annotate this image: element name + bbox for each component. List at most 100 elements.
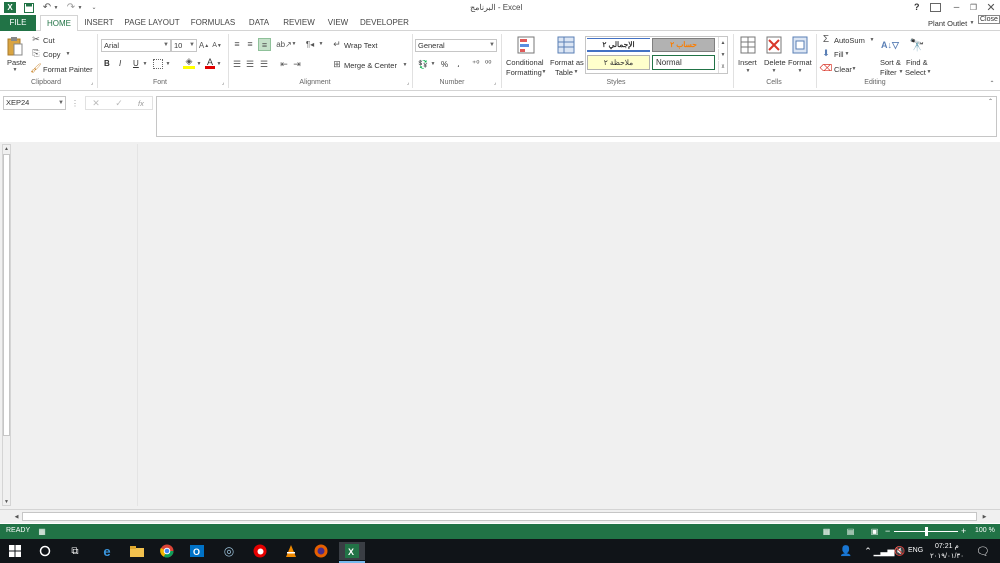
text-direction-icon[interactable]: ¶◂	[305, 39, 315, 49]
borders-dropdown-icon[interactable]: ▼	[165, 60, 171, 68]
task-view-icon[interactable]: ⧉	[64, 542, 86, 560]
clipboard-launcher-icon[interactable]: ⌟	[89, 80, 95, 86]
collapse-formula-bar-icon[interactable]: ⌃	[986, 97, 995, 106]
decrease-font-icon[interactable]: A ▼	[212, 40, 222, 51]
underline-dropdown-icon[interactable]: ▼	[142, 60, 148, 68]
font-color-icon[interactable]: A	[205, 57, 215, 69]
zoom-level[interactable]: 100 %	[975, 527, 995, 534]
style-normal[interactable]: Normal	[652, 55, 715, 70]
autosum-button[interactable]: AutoSum	[834, 36, 865, 45]
increase-indent-icon[interactable]: ⇥	[292, 59, 302, 69]
decrease-indent-icon[interactable]: ⇤	[279, 59, 289, 69]
fill-color-dropdown-icon[interactable]: ▼	[196, 60, 202, 68]
font-size-combo[interactable]: 10 ▼	[171, 39, 197, 52]
sort-dropdown-icon[interactable]: ▼	[898, 69, 904, 75]
find-dropdown-icon[interactable]: ▼	[926, 69, 932, 75]
align-left-icon[interactable]: ☰	[232, 59, 242, 69]
conditional-formatting-button[interactable]: Conditional	[506, 58, 544, 67]
cut-button[interactable]: Cut	[43, 36, 55, 45]
outlook-icon[interactable]: O	[186, 542, 208, 560]
copy-dropdown-icon[interactable]: ▼	[65, 50, 71, 58]
italic-button[interactable]: I	[119, 59, 121, 68]
orientation-dropdown-icon[interactable]: ▼	[291, 40, 297, 48]
macro-record-icon[interactable]: ▦	[37, 526, 47, 536]
help-button[interactable]: ?	[914, 2, 920, 12]
tab-developer[interactable]: DEVELOPER	[360, 15, 409, 31]
vlc-icon[interactable]	[280, 542, 302, 560]
align-middle-icon[interactable]: ≡	[245, 39, 255, 49]
number-format-combo[interactable]: General ▼	[415, 39, 497, 52]
merge-dropdown-icon[interactable]: ▼	[402, 61, 408, 69]
save-icon[interactable]	[23, 2, 35, 13]
format-dropdown-icon[interactable]: ▼	[797, 68, 803, 74]
conditional-formatting-label-2[interactable]: Formatting	[506, 68, 542, 77]
alignment-launcher-icon[interactable]: ⌟	[405, 80, 411, 86]
delete-cells-icon[interactable]	[765, 35, 783, 55]
format-as-table-label-2[interactable]: Table	[555, 68, 573, 77]
file-explorer-icon[interactable]	[126, 542, 148, 560]
tab-data[interactable]: DATA	[245, 15, 273, 31]
increase-font-icon[interactable]: A ▲	[199, 40, 209, 51]
language-indicator[interactable]: ENG	[908, 547, 923, 554]
font-launcher-icon[interactable]: ⌟	[220, 80, 226, 86]
tab-page-layout[interactable]: PAGE LAYOUT	[124, 15, 180, 31]
format-painter-button[interactable]: Format Painter	[43, 65, 93, 74]
scroll-thumb[interactable]	[3, 154, 10, 436]
paste-dropdown-icon[interactable]: ▼	[11, 67, 19, 73]
sort-filter-button[interactable]: Sort &	[880, 58, 901, 67]
app-globe-icon[interactable]: ◎	[218, 542, 240, 560]
format-button[interactable]: Format	[788, 58, 812, 67]
scroll-left-icon[interactable]: ◀	[12, 512, 21, 521]
insert-function-button[interactable]: fx	[138, 99, 144, 108]
horizontal-scrollbar[interactable]: ◀ ▶	[0, 509, 1000, 523]
enter-icon[interactable]: ✓	[114, 97, 124, 109]
tab-formulas[interactable]: FORMULAS	[190, 15, 236, 31]
clear-dropdown-icon[interactable]: ▼	[851, 65, 857, 73]
zoom-slider-thumb[interactable]	[925, 527, 928, 536]
edge-browser-icon[interactable]: e	[96, 542, 118, 560]
sort-filter-label-2[interactable]: Filter	[880, 68, 897, 77]
normal-view-icon[interactable]: ▦	[821, 526, 832, 536]
account-name[interactable]: Plant Outlet	[928, 19, 967, 28]
gallery-scroll-down-icon[interactable]: ▼	[718, 49, 727, 60]
action-center-icon[interactable]: 🗨	[972, 542, 994, 560]
comma-style-button[interactable]: ،	[457, 60, 460, 69]
worksheet-area[interactable]: ▲ ▼	[0, 142, 1000, 510]
cortana-search-icon[interactable]	[34, 542, 56, 560]
sort-filter-icon[interactable]: A↓▽	[880, 35, 900, 55]
fill-color-icon[interactable]: ◈	[183, 56, 195, 69]
vodafone-icon[interactable]	[249, 542, 271, 560]
clock-date[interactable]: ٢٠١٩/٠١/٣٠	[930, 552, 964, 560]
wrap-text-button[interactable]: Wrap Text	[344, 41, 378, 50]
gallery-more-icon[interactable]: ⊻	[718, 61, 727, 73]
copy-button[interactable]: Copy	[43, 50, 61, 59]
format-as-table-icon[interactable]	[556, 35, 576, 55]
chrome-icon[interactable]	[156, 542, 178, 560]
insert-cells-icon[interactable]	[739, 35, 757, 55]
people-icon[interactable]: 👤	[835, 542, 857, 560]
collapse-ribbon-icon[interactable]: ⌃	[988, 80, 996, 87]
wrap-text-icon[interactable]: ↵	[332, 39, 342, 49]
zoom-in-button[interactable]: +	[961, 526, 966, 536]
merge-center-button[interactable]: Merge & Center	[344, 61, 397, 70]
tab-home[interactable]: HOME	[40, 15, 78, 32]
scroll-right-icon[interactable]: ▶	[980, 512, 989, 521]
autosum-icon[interactable]: Σ	[821, 34, 831, 45]
find-select-icon[interactable]: 🔭	[907, 35, 927, 55]
tab-file[interactable]: FILE	[0, 15, 36, 31]
align-center-icon[interactable]: ☰	[245, 59, 255, 69]
find-select-label-2[interactable]: Select	[905, 68, 926, 77]
style-calculation-2[interactable]: حساب ٢	[652, 38, 715, 52]
accounting-format-icon[interactable]: 💱	[417, 59, 429, 69]
windows-start-icon[interactable]	[4, 542, 26, 560]
restore-icon[interactable]: ❐	[968, 2, 979, 13]
customize-qat-icon[interactable]: ⌄	[90, 2, 98, 13]
tab-review[interactable]: REVIEW	[282, 15, 316, 31]
delete-dropdown-icon[interactable]: ▼	[771, 68, 777, 74]
align-right-icon[interactable]: ☰	[259, 59, 269, 69]
format-as-table-button[interactable]: Format as	[550, 58, 584, 67]
copy-icon[interactable]: ⎘	[31, 48, 41, 58]
paste-button[interactable]: Paste	[7, 58, 26, 67]
style-total-2[interactable]: الإجمالي ٢	[587, 38, 650, 52]
decrease-decimal-button[interactable]: ⁰⁰	[485, 59, 491, 68]
